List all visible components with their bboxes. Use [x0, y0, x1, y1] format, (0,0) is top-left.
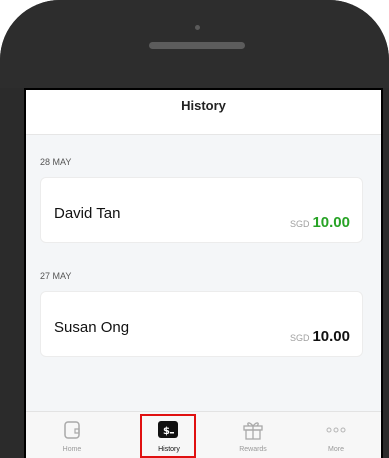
- transaction-card[interactable]: David Tan SGD 10.00: [40, 177, 363, 243]
- tab-label: Rewards: [239, 446, 267, 453]
- transaction-card[interactable]: Susan Ong SGD 10.00: [40, 291, 363, 357]
- transaction-name: Susan Ong: [54, 319, 130, 336]
- tab-home[interactable]: Home: [42, 412, 102, 458]
- transaction-amount: SGD 10.00: [290, 328, 350, 345]
- tab-label: More: [328, 446, 344, 453]
- amount-value: 10.00: [312, 328, 350, 345]
- tab-more[interactable]: More: [306, 412, 366, 458]
- svg-text:$: $: [163, 426, 170, 437]
- more-dots-icon: [326, 427, 346, 433]
- transaction-name: David Tan: [54, 205, 121, 222]
- date-group-label: 27 MAY: [40, 271, 72, 281]
- currency-label: SGD: [289, 333, 310, 343]
- bottom-tab-bar: Home $ History Rewards More: [26, 411, 381, 458]
- phone-top-bezel: [0, 0, 389, 88]
- transaction-amount: SGD 10.00: [290, 214, 350, 231]
- currency-label: SGD: [289, 219, 310, 229]
- gift-icon: [243, 422, 263, 440]
- tab-history[interactable]: $ History: [140, 412, 200, 458]
- app-screen: History 28 MAY David Tan SGD 10.00 27 MAY…: [24, 88, 383, 458]
- history-list: 28 MAY David Tan SGD 10.00 27 MAY Susan O…: [26, 135, 381, 411]
- amount-value: 10.00: [312, 214, 350, 231]
- date-group-label: 28 MAY: [40, 157, 72, 167]
- wallet-icon: [64, 421, 80, 439]
- app-header: History: [26, 90, 381, 135]
- speaker-icon: [149, 42, 245, 49]
- tab-label: History: [158, 446, 180, 453]
- tab-rewards[interactable]: Rewards: [223, 412, 283, 458]
- phone-frame: History 28 MAY David Tan SGD 10.00 27 MAY…: [0, 0, 389, 458]
- page-title: History: [181, 98, 226, 113]
- camera-icon: [195, 25, 200, 30]
- history-dollar-icon: $: [158, 421, 178, 438]
- tab-label: Home: [62, 446, 82, 453]
